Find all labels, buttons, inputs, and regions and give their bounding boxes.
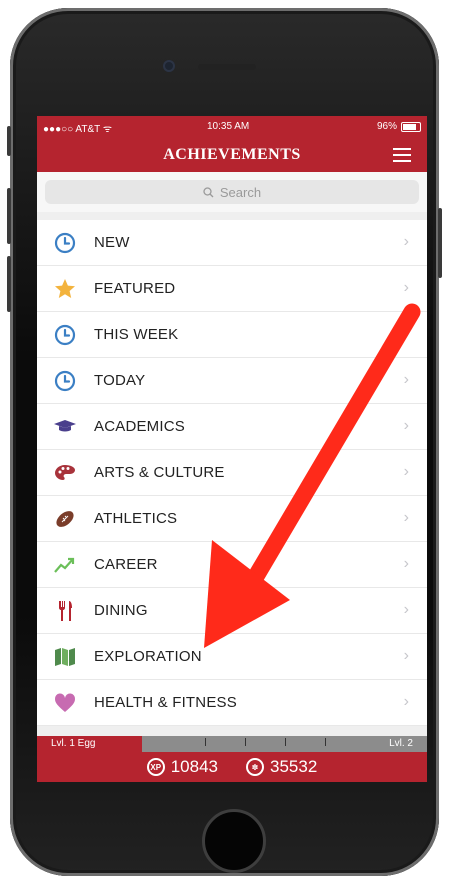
category-row[interactable]: FEATURED › — [37, 266, 427, 312]
chevron-right-icon: › — [403, 647, 409, 664]
stats-bar: XP 10843 ✽ 35532 — [37, 752, 427, 782]
category-label: DINING — [94, 602, 148, 619]
chevron-right-icon: › — [403, 601, 409, 618]
hamburger-menu-icon[interactable] — [393, 148, 411, 162]
palette-icon — [53, 461, 77, 485]
chevron-right-icon: › — [403, 509, 409, 526]
chevron-right-icon: › — [403, 693, 409, 710]
status-bar: ●●●○○ AT&T ᯤ 10:35 AM 96% — [37, 116, 427, 138]
page-title: ACHIEVEMENTS — [163, 146, 301, 163]
chevron-right-icon: › — [403, 279, 409, 296]
category-label: TODAY — [94, 372, 146, 389]
app-screen: ●●●○○ AT&T ᯤ 10:35 AM 96% ACHIEVEMENTS S… — [37, 116, 427, 782]
football-icon — [53, 507, 77, 531]
chevron-right-icon: › — [403, 325, 409, 342]
xp-stat: XP 10843 — [146, 757, 218, 777]
category-label: NEW — [94, 234, 130, 251]
front-camera — [163, 60, 175, 72]
battery-label: 96% — [376, 121, 397, 132]
battery-icon — [401, 121, 421, 132]
star-icon — [53, 277, 77, 301]
points-stat: ✽ 35532 — [246, 757, 317, 777]
volume-down-button — [7, 256, 11, 312]
earpiece-speaker — [198, 64, 256, 70]
nav-bar: ACHIEVEMENTS — [37, 138, 427, 172]
category-label: ACADEMICS — [94, 418, 185, 435]
home-button[interactable] — [202, 809, 266, 873]
category-row[interactable]: THIS WEEK › — [37, 312, 427, 358]
category-label: ATHLETICS — [94, 510, 178, 527]
battery-indicator: 96% — [377, 121, 421, 132]
category-label: EXPLORATION — [94, 648, 202, 665]
search-container: Search — [37, 172, 427, 212]
chevron-right-icon: › — [403, 233, 409, 250]
xp-icon: XP — [146, 758, 165, 776]
category-label: CAREER — [94, 556, 158, 573]
power-button — [438, 208, 442, 278]
category-label: HEALTH & FITNESS — [94, 694, 237, 711]
category-list: NEW › FEATURED › THIS WEEK › TODAY › ACADEMICS › A… — [37, 220, 427, 726]
xp-value: 10843 — [170, 757, 218, 776]
carrier-label: ●●●○○ AT&T ᯤ — [43, 124, 112, 135]
trend-up-icon — [53, 553, 77, 577]
category-row[interactable]: NEW › — [37, 220, 427, 266]
clock-label: 10:35 AM — [207, 121, 250, 132]
clock-icon — [53, 369, 77, 393]
category-row[interactable]: TODAY › — [37, 358, 427, 404]
graduation-cap-icon — [53, 415, 77, 439]
clock-icon — [53, 231, 77, 255]
clock-icon — [53, 323, 77, 347]
mute-switch — [7, 126, 11, 156]
category-row[interactable]: HEALTH & FITNESS › — [37, 680, 427, 726]
chevron-right-icon: › — [403, 371, 409, 388]
search-placeholder: Search — [219, 184, 262, 200]
level-current-label: Lvl. 1 Egg — [51, 738, 96, 749]
fork-knife-icon — [53, 599, 77, 623]
volume-up-button — [7, 188, 11, 244]
category-row[interactable]: EXPLORATION › — [37, 634, 427, 680]
category-row[interactable]: ATHLETICS › — [37, 496, 427, 542]
category-label: THIS WEEK — [94, 326, 179, 343]
chevron-right-icon: › — [403, 463, 409, 480]
map-icon — [53, 645, 77, 669]
search-icon — [203, 186, 214, 197]
progress-tick — [285, 738, 286, 746]
chevron-right-icon: › — [403, 417, 409, 434]
level-next-label: Lvl. 2 — [389, 738, 413, 749]
category-row[interactable]: DINING › — [37, 588, 427, 634]
category-row[interactable]: ARTS & CULTURE › — [37, 450, 427, 496]
progress-tick — [325, 738, 326, 746]
category-label: FEATURED — [94, 280, 176, 297]
category-row[interactable]: CAREER › — [37, 542, 427, 588]
points-icon: ✽ — [246, 758, 264, 776]
points-value: 35532 — [270, 757, 318, 776]
category-label: ARTS & CULTURE — [94, 464, 225, 481]
category-row[interactable]: ACADEMICS › — [37, 404, 427, 450]
heart-icon — [53, 691, 77, 715]
level-progress-bar: Lvl. 1 Egg Lvl. 2 — [37, 736, 427, 752]
progress-tick — [245, 738, 246, 746]
search-input[interactable]: Search — [45, 180, 419, 204]
progress-tick — [205, 738, 206, 746]
chevron-right-icon: › — [403, 555, 409, 572]
